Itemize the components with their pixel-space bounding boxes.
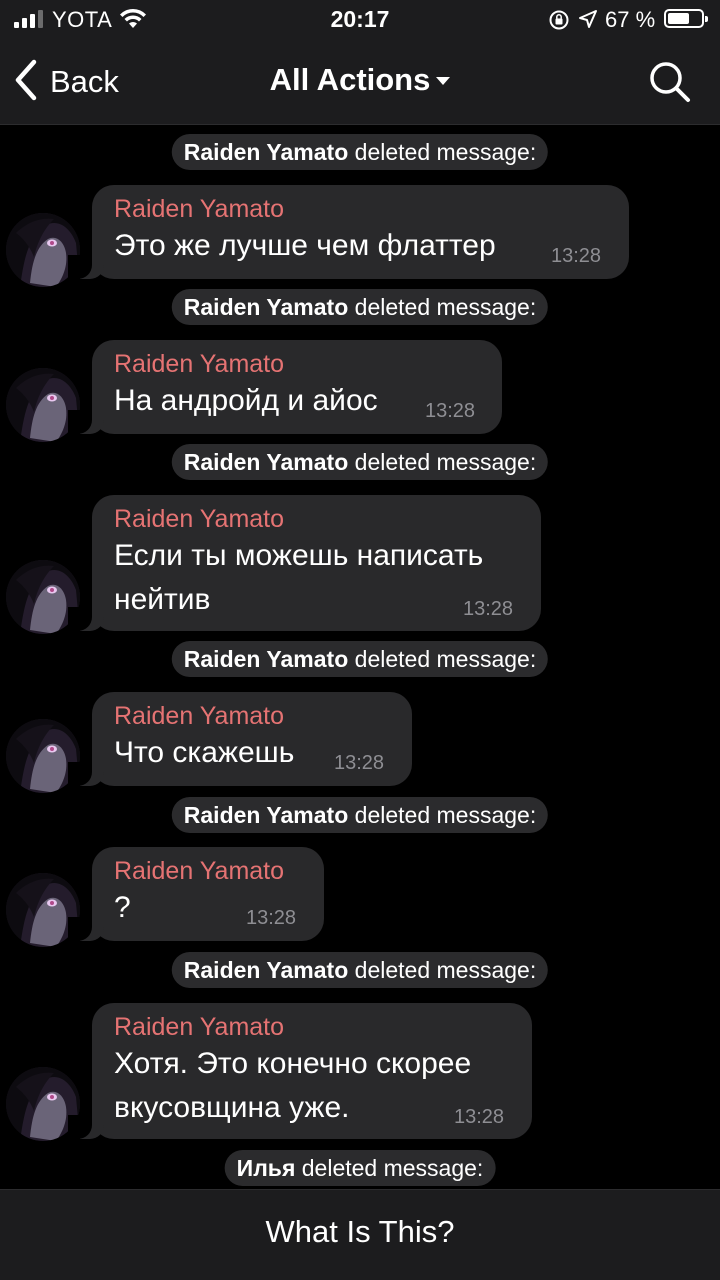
what-is-this-button[interactable]: What Is This? xyxy=(0,1214,720,1250)
message-time: 13:28 xyxy=(551,245,602,267)
message-text: Хотя. Это конечно скорее xyxy=(114,1047,472,1080)
message-text: На андройд и айос xyxy=(114,384,378,417)
sender-name[interactable]: Raiden Yamato xyxy=(114,195,284,224)
admin-log[interactable]: Raiden Yamato deleted message: Raiden Ya… xyxy=(0,125,720,1189)
service-user: Raiden Yamato xyxy=(183,802,349,828)
message-time: 13:28 xyxy=(463,598,514,620)
service-message: Raiden Yamato deleted message: xyxy=(171,641,549,677)
message-bubble[interactable]: Raiden Yamato ? 13:28 xyxy=(68,847,324,941)
message-time: 13:28 xyxy=(334,752,385,774)
filter-actions-dropdown[interactable]: All Actions xyxy=(270,62,451,98)
service-action: deleted message: xyxy=(354,449,537,475)
service-user: Raiden Yamato xyxy=(183,449,349,475)
message-time: 13:28 xyxy=(454,1106,505,1128)
page-title: All Actions xyxy=(269,62,431,97)
message-time: 13:28 xyxy=(246,907,297,929)
message-time: 13:28 xyxy=(425,400,476,422)
message-text: Это же лучше чем флаттер xyxy=(114,229,496,262)
message-bubble[interactable]: Raiden Yamato На андройд и айос 13:28 xyxy=(68,340,502,434)
service-message: Raiden Yamato deleted message: xyxy=(171,952,549,988)
battery-fill xyxy=(668,13,689,24)
message-bubble[interactable]: Raiden Yamato Хотя. Это конечно скорее в… xyxy=(68,1003,532,1139)
search-button[interactable] xyxy=(648,60,692,109)
sender-name[interactable]: Raiden Yamato xyxy=(114,505,284,534)
service-user: Raiden Yamato xyxy=(183,646,349,672)
message-bubble[interactable]: Raiden Yamato Что скажешь 13:28 xyxy=(68,692,412,786)
search-icon xyxy=(648,62,692,108)
service-action: deleted message: xyxy=(301,1155,484,1181)
service-message: Raiden Yamato deleted message: xyxy=(171,289,549,325)
service-user: Илья xyxy=(236,1155,296,1181)
message-text: Если ты можешь написать xyxy=(114,539,484,572)
message-text: нейтив xyxy=(114,583,211,616)
service-action: deleted message: xyxy=(354,957,537,983)
service-action: deleted message: xyxy=(354,294,537,320)
service-action: deleted message: xyxy=(354,802,537,828)
message-text: ? xyxy=(114,891,131,924)
caret-down-icon xyxy=(436,77,451,85)
sender-name[interactable]: Raiden Yamato xyxy=(114,1013,284,1042)
service-action: deleted message: xyxy=(354,646,537,672)
message-text: Что скажешь xyxy=(114,736,295,769)
service-message: Raiden Yamato deleted message: xyxy=(171,134,549,170)
service-user: Raiden Yamato xyxy=(183,957,349,983)
sender-name[interactable]: Raiden Yamato xyxy=(114,702,284,731)
service-message: Raiden Yamato deleted message: xyxy=(171,444,549,480)
status-bar: YOTA 20:17 67 % xyxy=(0,0,720,40)
service-user: Raiden Yamato xyxy=(183,139,349,165)
service-message: Илья deleted message: xyxy=(224,1150,496,1186)
message-bubble[interactable]: Raiden Yamato Если ты можешь написать не… xyxy=(68,495,541,631)
bottom-bar: What Is This? xyxy=(0,1189,720,1280)
battery-percent: 67 % xyxy=(605,7,656,32)
service-user: Raiden Yamato xyxy=(183,294,349,320)
sender-name[interactable]: Raiden Yamato xyxy=(114,857,284,886)
orientation-lock-icon xyxy=(548,9,570,36)
message-text: вкусовщина уже. xyxy=(114,1091,350,1124)
service-message: Raiden Yamato deleted message: xyxy=(171,797,549,833)
message-bubble[interactable]: Raiden Yamato Это же лучше чем флаттер 1… xyxy=(68,185,629,279)
navigation-bar: Back All Actions xyxy=(0,40,720,125)
service-action: deleted message: xyxy=(354,139,537,165)
location-icon xyxy=(578,9,598,34)
sender-name[interactable]: Raiden Yamato xyxy=(114,350,284,379)
battery-icon xyxy=(664,9,708,28)
